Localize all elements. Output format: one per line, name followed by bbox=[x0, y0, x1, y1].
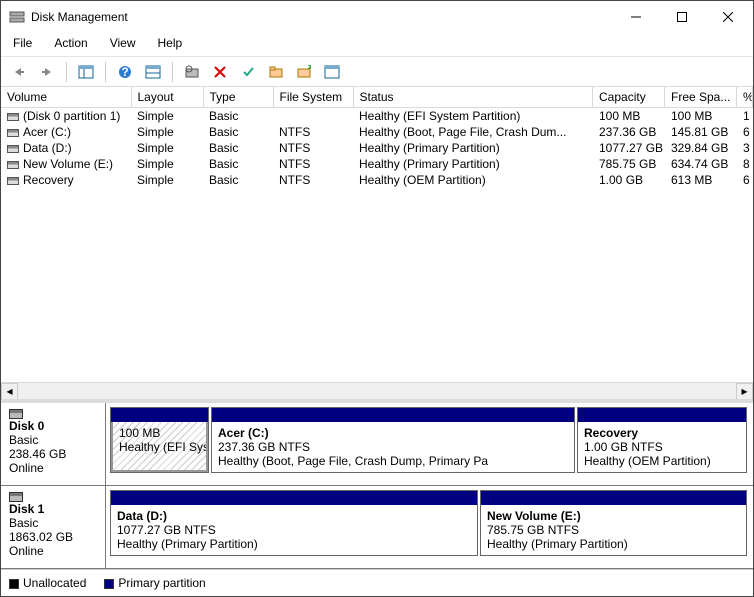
volume-icon bbox=[7, 177, 19, 185]
menu-help[interactable]: Help bbox=[154, 34, 187, 52]
table-row[interactable]: Data (D:) SimpleBasicNTFS Healthy (Prima… bbox=[1, 140, 753, 156]
table-row[interactable]: Acer (C:) SimpleBasicNTFS Healthy (Boot,… bbox=[1, 124, 753, 140]
show-hide-button[interactable] bbox=[74, 61, 98, 83]
check-button[interactable] bbox=[236, 61, 260, 83]
back-button[interactable] bbox=[7, 61, 31, 83]
disk-row: Disk 1 Basic1863.02 GBOnline Data (D:) 1… bbox=[1, 486, 753, 569]
partition-stripe bbox=[578, 408, 746, 422]
horizontal-scrollbar[interactable]: ◂ ▸ bbox=[1, 382, 753, 399]
volume-icon bbox=[7, 145, 19, 153]
partition-stripe bbox=[481, 491, 746, 505]
svg-text:?: ? bbox=[121, 65, 128, 79]
minimize-button[interactable] bbox=[613, 2, 659, 32]
legend-unallocated: Unallocated bbox=[9, 576, 86, 590]
toolbar-separator bbox=[66, 62, 67, 82]
partition[interactable]: New Volume (E:) 785.75 GB NTFS Healthy (… bbox=[480, 490, 747, 556]
disk-icon bbox=[9, 492, 23, 502]
window-title: Disk Management bbox=[31, 10, 613, 24]
col-capacity[interactable]: Capacity bbox=[593, 87, 665, 108]
toolbar-separator bbox=[105, 62, 106, 82]
table-row[interactable]: (Disk 0 partition 1) SimpleBasic Healthy… bbox=[1, 108, 753, 124]
partition[interactable]: Recovery 1.00 GB NTFS Healthy (OEM Parti… bbox=[577, 407, 747, 473]
partition-stripe bbox=[212, 408, 574, 422]
disk-row: Disk 0 Basic238.46 GBOnline 100 MB Healt… bbox=[1, 403, 753, 486]
close-button[interactable] bbox=[705, 2, 751, 32]
col-filesystem[interactable]: File System bbox=[273, 87, 353, 108]
menu-action[interactable]: Action bbox=[50, 34, 91, 52]
column-headers[interactable]: Volume Layout Type File System Status Ca… bbox=[1, 87, 753, 108]
volume-icon bbox=[7, 113, 19, 121]
list-view-button[interactable] bbox=[320, 61, 344, 83]
scroll-left-icon[interactable]: ◂ bbox=[1, 383, 18, 400]
maximize-button[interactable] bbox=[659, 2, 705, 32]
window: Disk Management File Action View Help ? … bbox=[0, 0, 754, 597]
disk-graphical-view: Disk 0 Basic238.46 GBOnline 100 MB Healt… bbox=[1, 399, 753, 569]
scroll-right-icon[interactable]: ▸ bbox=[736, 383, 753, 400]
menu-file[interactable]: File bbox=[9, 34, 36, 52]
app-icon bbox=[9, 9, 25, 25]
legend-primary: Primary partition bbox=[104, 576, 205, 590]
disk-label[interactable]: Disk 0 Basic238.46 GBOnline bbox=[1, 403, 106, 485]
volume-rows[interactable]: (Disk 0 partition 1) SimpleBasic Healthy… bbox=[1, 108, 753, 382]
partitions: Data (D:) 1077.27 GB NTFS Healthy (Prima… bbox=[106, 486, 753, 568]
col-type[interactable]: Type bbox=[203, 87, 273, 108]
legend: Unallocated Primary partition bbox=[1, 569, 753, 596]
partition-stripe bbox=[111, 491, 477, 505]
help-button[interactable]: ? bbox=[113, 61, 137, 83]
partitions: 100 MB Healthy (EFI System Partition) Ac… bbox=[106, 403, 753, 485]
partition-stripe bbox=[111, 408, 208, 422]
folder-button[interactable] bbox=[264, 61, 288, 83]
menubar: File Action View Help bbox=[1, 32, 753, 57]
svg-text:✱: ✱ bbox=[307, 65, 311, 74]
partition[interactable]: Data (D:) 1077.27 GB NTFS Healthy (Prima… bbox=[110, 490, 478, 556]
toolbar: ? ✱ bbox=[1, 57, 753, 87]
partition[interactable]: 100 MB Healthy (EFI System Partition) bbox=[110, 407, 209, 473]
disk-icon bbox=[9, 409, 23, 419]
toolbar-separator bbox=[172, 62, 173, 82]
new-folder-button[interactable]: ✱ bbox=[292, 61, 316, 83]
settings-button[interactable] bbox=[141, 61, 165, 83]
col-status[interactable]: Status bbox=[353, 87, 593, 108]
volume-list: Volume Layout Type File System Status Ca… bbox=[1, 87, 753, 399]
partition[interactable]: Acer (C:) 237.36 GB NTFS Healthy (Boot, … bbox=[211, 407, 575, 473]
forward-button[interactable] bbox=[35, 61, 59, 83]
delete-button[interactable] bbox=[208, 61, 232, 83]
swatch-black-icon bbox=[9, 579, 19, 589]
menu-view[interactable]: View bbox=[106, 34, 140, 52]
table-row[interactable]: Recovery SimpleBasicNTFS Healthy (OEM Pa… bbox=[1, 172, 753, 188]
col-layout[interactable]: Layout bbox=[131, 87, 203, 108]
col-free[interactable]: Free Spa... bbox=[665, 87, 737, 108]
explore-button[interactable] bbox=[180, 61, 204, 83]
volume-icon bbox=[7, 129, 19, 137]
col-volume[interactable]: Volume bbox=[1, 87, 131, 108]
titlebar[interactable]: Disk Management bbox=[1, 1, 753, 32]
volume-icon bbox=[7, 161, 19, 169]
swatch-blue-icon bbox=[104, 579, 114, 589]
col-pct[interactable]: % bbox=[737, 87, 753, 108]
disk-label[interactable]: Disk 1 Basic1863.02 GBOnline bbox=[1, 486, 106, 568]
table-row[interactable]: New Volume (E:) SimpleBasicNTFS Healthy … bbox=[1, 156, 753, 172]
